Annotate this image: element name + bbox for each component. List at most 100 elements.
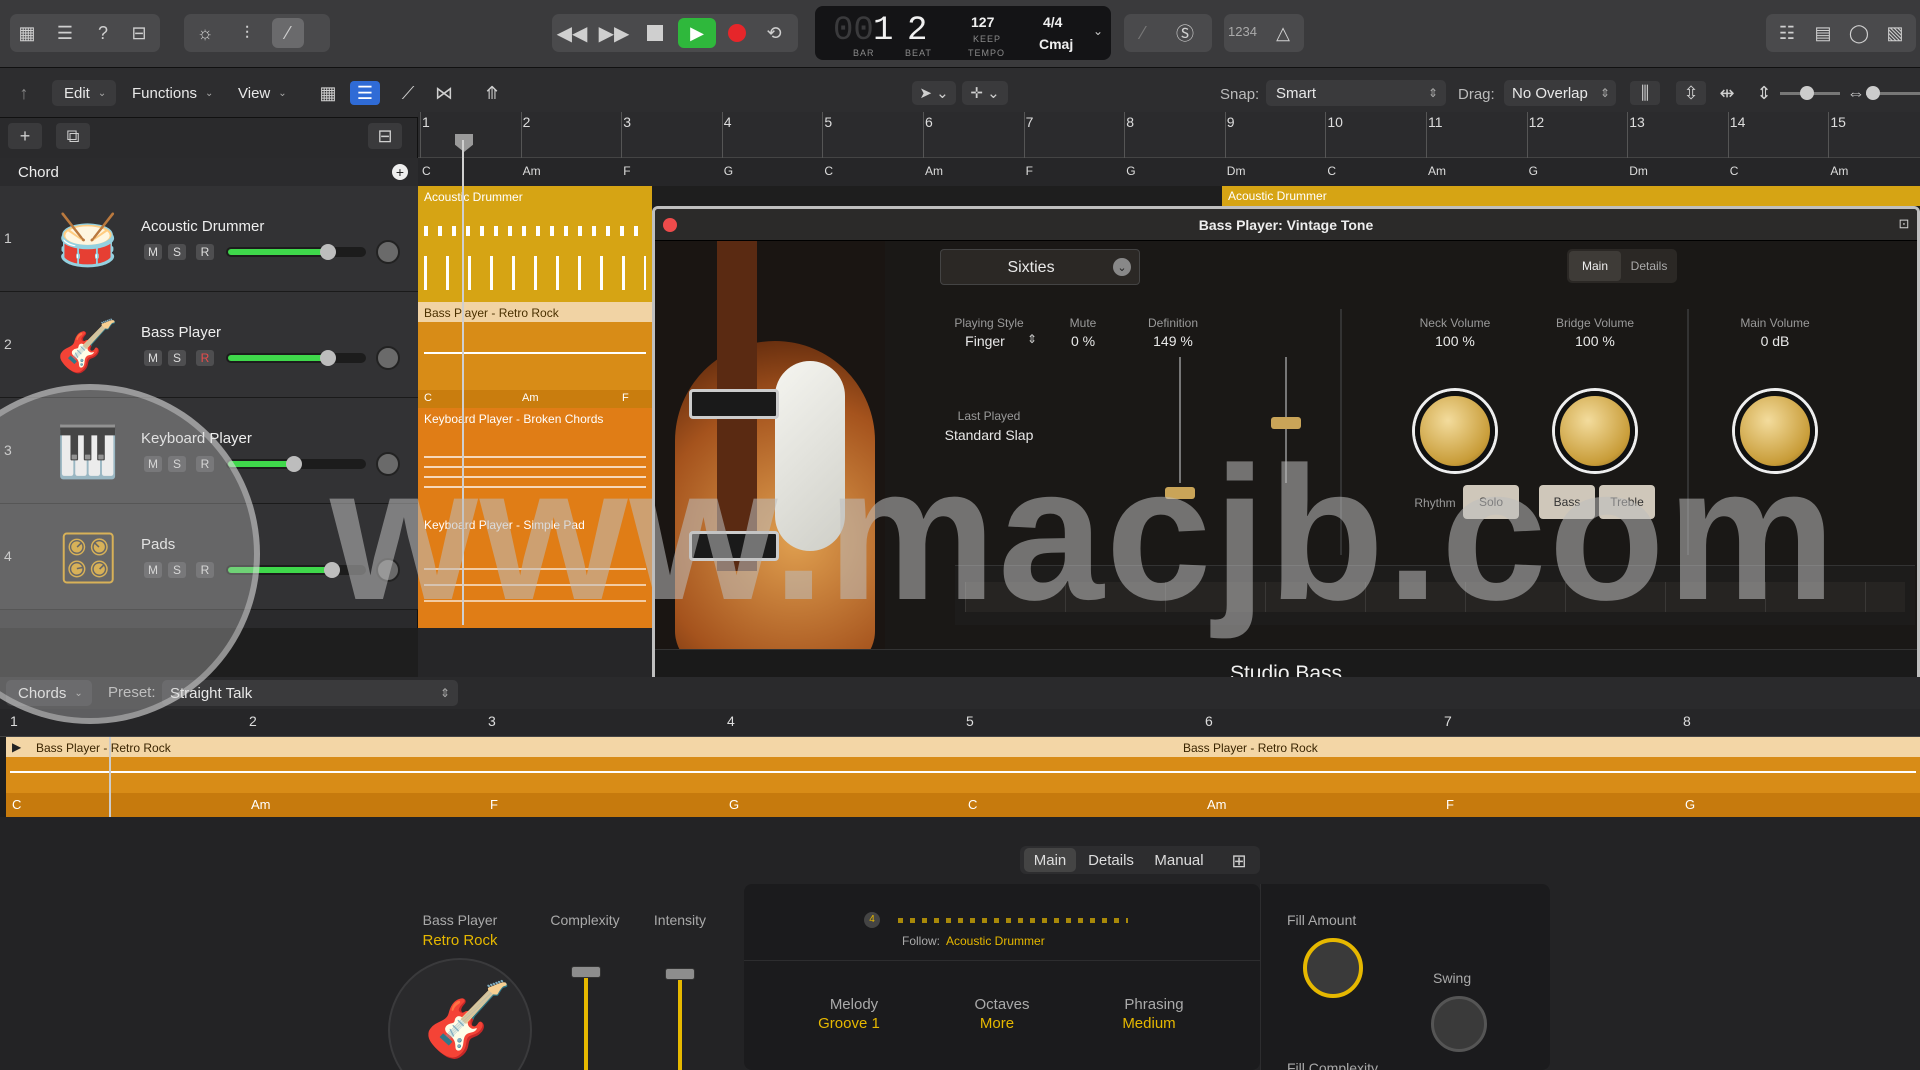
drummer-region-2[interactable]: Acoustic Drummer [1222, 186, 1920, 206]
melody-value[interactable]: Groove 1 [794, 1015, 904, 1032]
tuner-icon[interactable]: ⁄ [1132, 22, 1154, 44]
grid-view-icon[interactable]: ▦ [314, 81, 342, 105]
preset-select[interactable]: Sixties ⌄ [940, 249, 1140, 285]
view-menu[interactable]: View ⌄ [230, 80, 298, 106]
expand-icon[interactable]: ⊡ [1895, 215, 1913, 233]
chord-label[interactable]: Dm [1629, 164, 1648, 178]
pencil-tool-icon[interactable]: ✛ ⌄ [962, 81, 1008, 105]
editor-chord-label[interactable]: Am [1207, 797, 1227, 812]
bar-ruler[interactable]: 1 2 3 4 5 6 7 8 9 10 11 12 13 14 15 [418, 112, 1920, 158]
editors-icon[interactable]: ⁄ [272, 18, 304, 48]
editor-tab-main[interactable]: Main [1024, 848, 1076, 872]
snap-select[interactable]: Smart ⇕ [1266, 80, 1446, 106]
toolbar-icon[interactable]: ⊟ [128, 22, 150, 44]
chord-label[interactable]: C [1730, 164, 1739, 178]
editor-chord-label[interactable]: G [1685, 797, 1695, 812]
automation-icon[interactable]: ⟋ [394, 81, 422, 105]
editor-tab-details[interactable]: Details [1080, 848, 1142, 872]
lcd-display[interactable]: 00 1 2 BAR BEAT 127 KEEP TEMPO 4/4 Cmaj … [815, 6, 1111, 60]
plugin-tab-details[interactable]: Details [1623, 251, 1675, 281]
back-icon[interactable]: ↑ [12, 82, 36, 104]
library-icon[interactable]: ▦ [16, 22, 38, 44]
editor-ruler[interactable]: 1 2 3 4 5 6 7 8 [0, 709, 1920, 737]
vertical-zoom-slider[interactable] [1780, 86, 1840, 100]
edit-menu[interactable]: Edit ⌄ [52, 80, 116, 106]
editor-preset-select[interactable]: Straight Talk ⇕ [162, 680, 458, 706]
browsers-icon[interactable]: ▧ [1884, 22, 1906, 44]
follow-value[interactable]: Acoustic Drummer [946, 934, 1045, 948]
bass-player-value[interactable]: Retro Rock [400, 932, 520, 949]
neck-volume-knob[interactable] [1415, 391, 1495, 471]
metronome-icon[interactable]: △ [1272, 22, 1294, 44]
smart-controls-icon[interactable]: ☼ [194, 22, 216, 44]
add-track-icon[interactable]: + [8, 123, 42, 149]
fast-forward-icon[interactable]: ▶▶ [599, 20, 630, 46]
list-view-icon[interactable]: ☰ [350, 81, 380, 105]
count-in-text[interactable]: 1234 [1228, 24, 1257, 39]
treble-button[interactable]: Treble [1599, 485, 1655, 519]
drum-kit-icon[interactable]: 🥁 [48, 200, 128, 280]
chord-label[interactable]: F [1026, 164, 1033, 178]
octaves-value[interactable]: More [942, 1015, 1052, 1032]
plugin-tab-main[interactable]: Main [1569, 251, 1621, 281]
lcd-chevron-down-icon[interactable]: ⌄ [1093, 24, 1103, 38]
mute-slider-knob[interactable] [1165, 487, 1195, 499]
horizontal-zoom-slider[interactable] [1866, 86, 1920, 100]
editor-chord-label[interactable]: G [729, 797, 739, 812]
track-name[interactable]: Bass Player [141, 324, 221, 341]
pan-knob[interactable] [376, 452, 400, 476]
help-icon[interactable]: ? [92, 22, 114, 44]
chord-label[interactable]: Am [1428, 164, 1446, 178]
solo-icon[interactable]: Ⓢ [1174, 22, 1196, 44]
complexity-slider-knob[interactable] [571, 966, 601, 978]
rewind-icon[interactable]: ◀◀ [557, 20, 588, 46]
loop-browser-icon[interactable]: ◯ [1848, 22, 1870, 44]
pan-knob[interactable] [376, 346, 400, 370]
vertical-zoom-icon[interactable]: ⇳ [1676, 81, 1706, 105]
volume-fader[interactable] [226, 244, 366, 260]
pattern-dots[interactable] [898, 918, 1128, 923]
volume-fader-knob[interactable] [286, 456, 302, 472]
volume-fader-knob[interactable] [320, 350, 336, 366]
record-icon[interactable] [726, 22, 748, 44]
volume-fader[interactable] [226, 456, 366, 472]
cycle-icon[interactable]: ⟲ [762, 22, 786, 44]
phrasing-value[interactable]: Medium [1094, 1015, 1204, 1032]
track-header[interactable]: 2 🎸 Bass Player M S R [0, 292, 418, 398]
chord-label[interactable]: Am [925, 164, 943, 178]
flex-icon[interactable]: ⋈ [430, 81, 458, 105]
mixer-icon[interactable]: ⫶ [236, 22, 258, 44]
pan-knob[interactable] [376, 240, 400, 264]
bass-guitar-icon[interactable]: 🎸 [48, 306, 128, 386]
intensity-slider-knob[interactable] [665, 968, 695, 980]
editor-chord-label[interactable]: F [490, 797, 498, 812]
pads-region[interactable]: Keyboard Player - Simple Pad [418, 514, 652, 628]
drag-select[interactable]: No Overlap ⇕ [1504, 80, 1616, 106]
drummer-region[interactable]: Acoustic Drummer [418, 186, 652, 302]
inspector-icon[interactable]: ☰ [54, 22, 76, 44]
fill-amount-knob[interactable] [1303, 938, 1363, 998]
solo-button[interactable]: S [168, 244, 186, 260]
global-tracks-icon[interactable]: ⊟ [368, 123, 402, 149]
mute-button[interactable]: M [144, 350, 162, 366]
main-volume-knob[interactable] [1735, 391, 1815, 471]
chord-track-header[interactable]: Chord + [0, 158, 418, 186]
waveform-zoom-icon[interactable]: ⫼ [1630, 81, 1660, 105]
list-editors-icon[interactable]: ☷ [1776, 22, 1798, 44]
horizontal-fit-icon[interactable]: ⇹ [1712, 81, 1742, 105]
swing-knob[interactable] [1431, 996, 1487, 1052]
record-enable-button[interactable]: R [196, 244, 214, 260]
pan-knob[interactable] [376, 558, 400, 582]
record-enable-button[interactable]: R [196, 350, 214, 366]
volume-fader-knob[interactable] [320, 244, 336, 260]
editor-tab-manual[interactable]: Manual [1146, 848, 1212, 872]
track-name[interactable]: Acoustic Drummer [141, 218, 264, 235]
catch-icon[interactable]: ⤊ [478, 81, 506, 105]
stop-icon[interactable] [644, 22, 666, 44]
editor-chord-label[interactable]: C [12, 797, 21, 812]
chord-label[interactable]: F [623, 164, 630, 178]
definition-slider-knob[interactable] [1271, 417, 1301, 429]
solo-button[interactable]: Solo [1463, 485, 1519, 519]
add-chord-icon[interactable]: + [392, 164, 408, 180]
editor-chord-label[interactable]: Am [251, 797, 271, 812]
